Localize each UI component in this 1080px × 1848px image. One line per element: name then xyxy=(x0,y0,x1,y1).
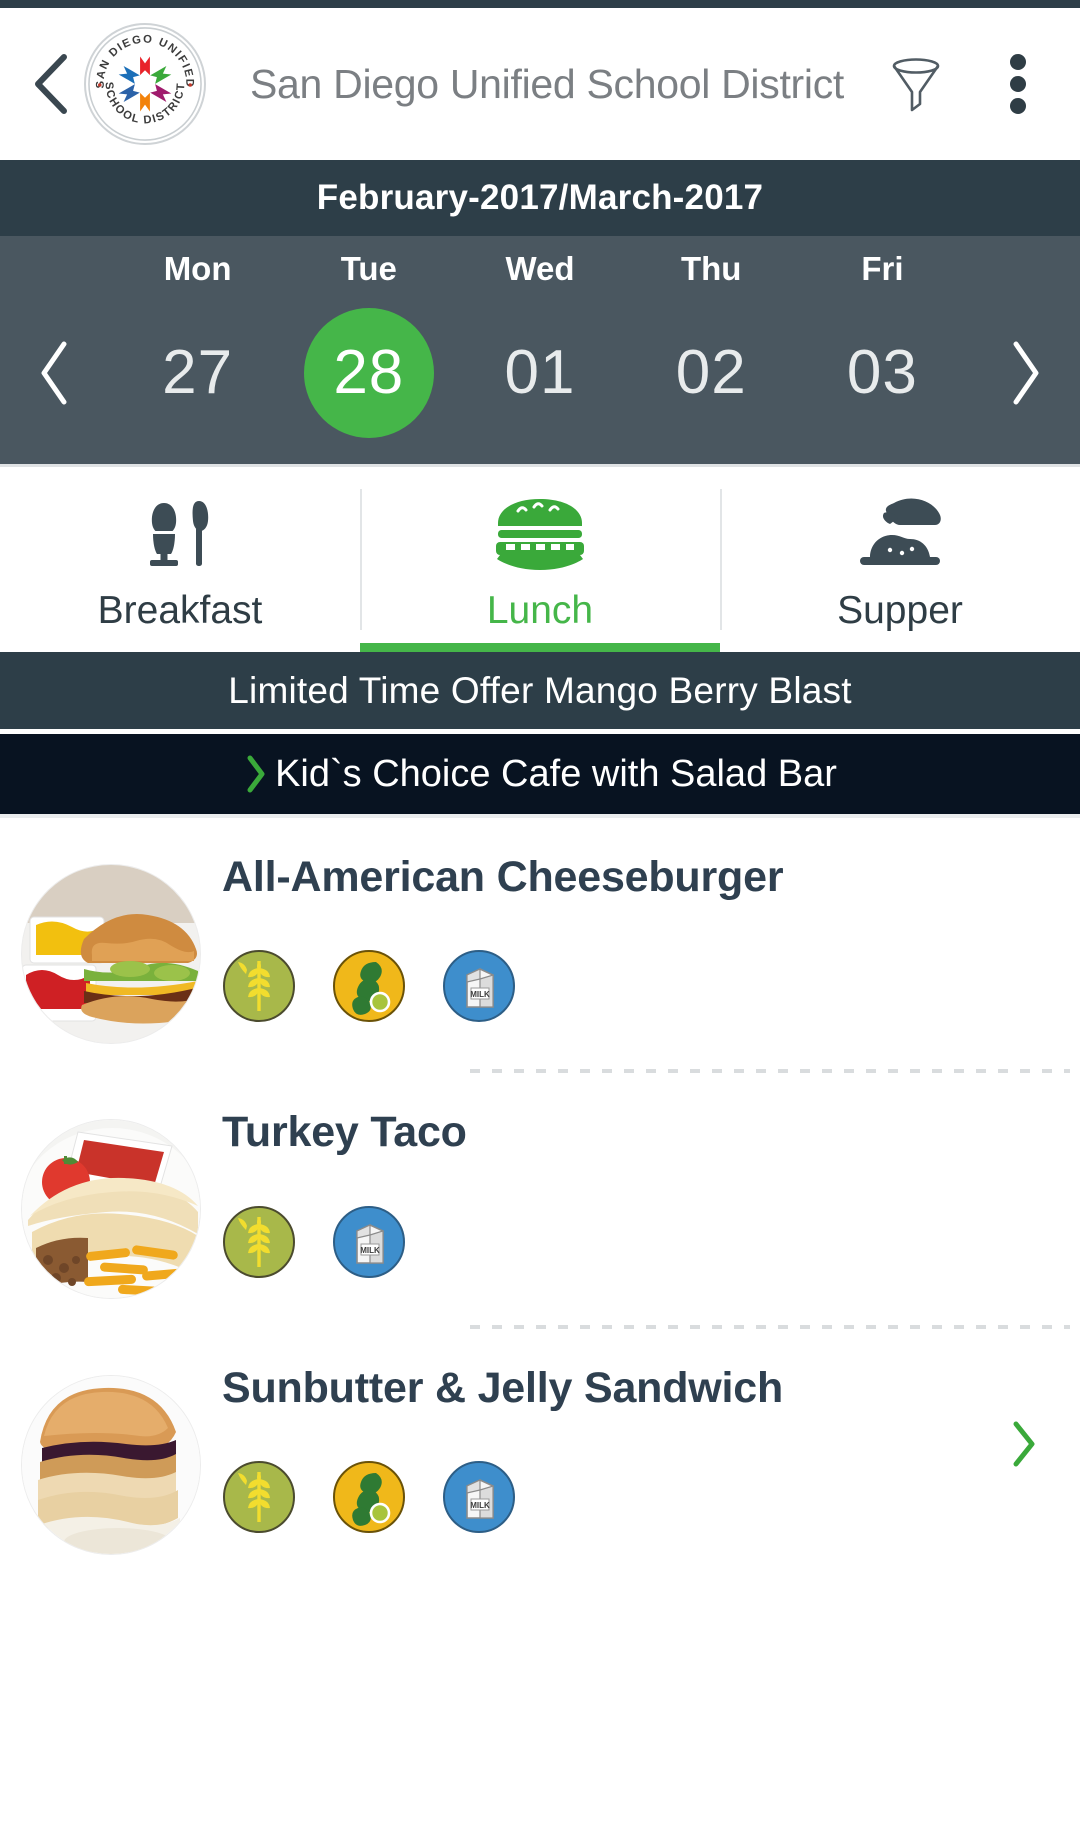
school-district-logo: SAN DIEGO UNIFIED SCHOOL DISTRICT xyxy=(84,23,206,145)
date-number: 03 xyxy=(846,338,918,407)
allergen-list: MILK xyxy=(222,1460,954,1534)
filter-button[interactable] xyxy=(888,51,944,117)
date-number: 27 xyxy=(162,338,234,407)
dow-label-tue: Tue xyxy=(340,250,397,287)
tab-lunch-label: Lunch xyxy=(486,588,594,632)
school-district-logo-icon: SAN DIEGO UNIFIED SCHOOL DISTRICT xyxy=(88,27,202,141)
week-selector: Mon Tue Wed Thu Fri 27 28 01 02 03 xyxy=(0,236,1080,464)
svg-text:MILK: MILK xyxy=(360,1246,380,1255)
wheat-allergen-icon[interactable] xyxy=(222,1205,296,1279)
next-week-button[interactable] xyxy=(968,336,1080,410)
milk-allergen-icon[interactable]: MILK xyxy=(332,1205,406,1279)
date-cell-thu[interactable]: 02 xyxy=(626,302,797,444)
chevron-left-icon xyxy=(41,341,67,405)
burger-icon xyxy=(492,497,588,571)
svg-text:MILK: MILK xyxy=(470,1501,490,1510)
menu-item-name: All-American Cheeseburger xyxy=(222,853,784,901)
sunbutter-jelly-photo xyxy=(21,1374,201,1555)
header-actions xyxy=(888,51,1054,117)
prev-week-button[interactable] xyxy=(0,336,112,410)
menu-item-thumbnail xyxy=(0,842,222,1044)
back-button[interactable] xyxy=(26,49,78,119)
turkey-taco-photo xyxy=(21,1119,201,1300)
chevron-right-icon xyxy=(1013,341,1039,405)
station-header[interactable]: Kid`s Choice Cafe with Salad Bar xyxy=(0,734,1080,818)
active-tab-underline xyxy=(360,643,720,652)
menu-item-thumbnail xyxy=(0,1097,222,1300)
app-root: SAN DIEGO UNIFIED SCHOOL DISTRICT San Di… xyxy=(0,0,1080,1848)
app-header: SAN DIEGO UNIFIED SCHOOL DISTRICT San Di… xyxy=(0,8,1080,160)
tab-supper-label: Supper xyxy=(837,588,963,632)
status-strip xyxy=(0,0,1080,8)
dow-label-fri: Fri xyxy=(861,250,904,287)
chevron-right-icon xyxy=(243,752,269,796)
menu-item-details: Sunbutter & Jelly Sandwich MILK xyxy=(222,1353,968,1534)
menu-item-details: Turkey Taco MILK xyxy=(222,1097,1080,1329)
tab-supper[interactable]: Supper xyxy=(720,467,1080,652)
allergen-list: MILK xyxy=(222,949,1070,1023)
milk-allergen-icon[interactable]: MILK xyxy=(442,1460,516,1534)
month-range-label: February-2017/March-2017 xyxy=(316,178,764,217)
egg-cup-spoon-icon xyxy=(142,497,218,571)
allergen-list: MILK xyxy=(222,1205,1070,1279)
tab-breakfast[interactable]: Breakfast xyxy=(0,467,360,652)
filter-funnel-icon xyxy=(892,58,940,112)
menu-item-row[interactable]: All-American Cheeseburger MILK xyxy=(0,818,1080,1074)
menu-item-thumbnail xyxy=(0,1353,222,1555)
milk-allergen-icon[interactable]: MILK xyxy=(442,949,516,1023)
station-name: Kid`s Choice Cafe with Salad Bar xyxy=(275,752,837,795)
menu-item-details: All-American Cheeseburger MILK xyxy=(222,842,1080,1074)
menu-item-list: All-American Cheeseburger MILK Turkey Ta… xyxy=(0,818,1080,1555)
day-of-week-row: Mon Tue Wed Thu Fri xyxy=(0,250,1080,294)
month-range-bar: February-2017/March-2017 xyxy=(0,160,1080,236)
dow-label-thu: Thu xyxy=(680,250,742,287)
wheat-allergen-icon[interactable] xyxy=(222,1460,296,1534)
date-cell-fri[interactable]: 03 xyxy=(797,302,968,444)
promo-banner-text: Limited Time Offer Mango Berry Blast xyxy=(228,669,852,711)
chevron-right-icon xyxy=(1013,1421,1035,1467)
dow-label-mon: Mon xyxy=(163,250,232,287)
date-cell-tue[interactable]: 28 xyxy=(283,302,454,444)
menu-item-name: Turkey Taco xyxy=(222,1108,467,1157)
tab-lunch[interactable]: Lunch xyxy=(360,467,720,652)
soy-allergen-icon[interactable] xyxy=(332,949,406,1023)
cheeseburger-photo xyxy=(21,864,201,1044)
menu-item-row[interactable]: Turkey Taco MILK xyxy=(0,1073,1080,1329)
more-vertical-icon xyxy=(1010,54,1026,114)
date-number: 02 xyxy=(675,338,747,407)
menu-item-name: Sunbutter & Jelly Sandwich xyxy=(222,1363,784,1412)
date-row: 27 28 01 02 03 xyxy=(0,302,1080,444)
promo-banner[interactable]: Limited Time Offer Mango Berry Blast xyxy=(0,652,1080,734)
date-number: 01 xyxy=(504,338,576,407)
svg-text:MILK: MILK xyxy=(470,990,490,999)
back-chevron-icon xyxy=(35,54,67,114)
menu-item-detail-button[interactable] xyxy=(968,1416,1080,1492)
dow-label-wed: Wed xyxy=(505,250,575,287)
soy-allergen-icon[interactable] xyxy=(332,1460,406,1534)
date-cell-mon[interactable]: 27 xyxy=(112,302,283,444)
cloche-plate-icon xyxy=(854,497,946,571)
page-title: San Diego Unified School District xyxy=(250,61,844,107)
meal-tabs: Breakfast Lunch Supper xyxy=(0,464,1080,652)
tab-breakfast-label: Breakfast xyxy=(97,588,263,632)
date-number: 28 xyxy=(333,338,405,407)
overflow-menu-button[interactable] xyxy=(990,51,1046,117)
date-cell-wed[interactable]: 01 xyxy=(454,302,625,444)
menu-item-row[interactable]: Sunbutter & Jelly Sandwich MILK xyxy=(0,1329,1080,1555)
wheat-allergen-icon[interactable] xyxy=(222,949,296,1023)
